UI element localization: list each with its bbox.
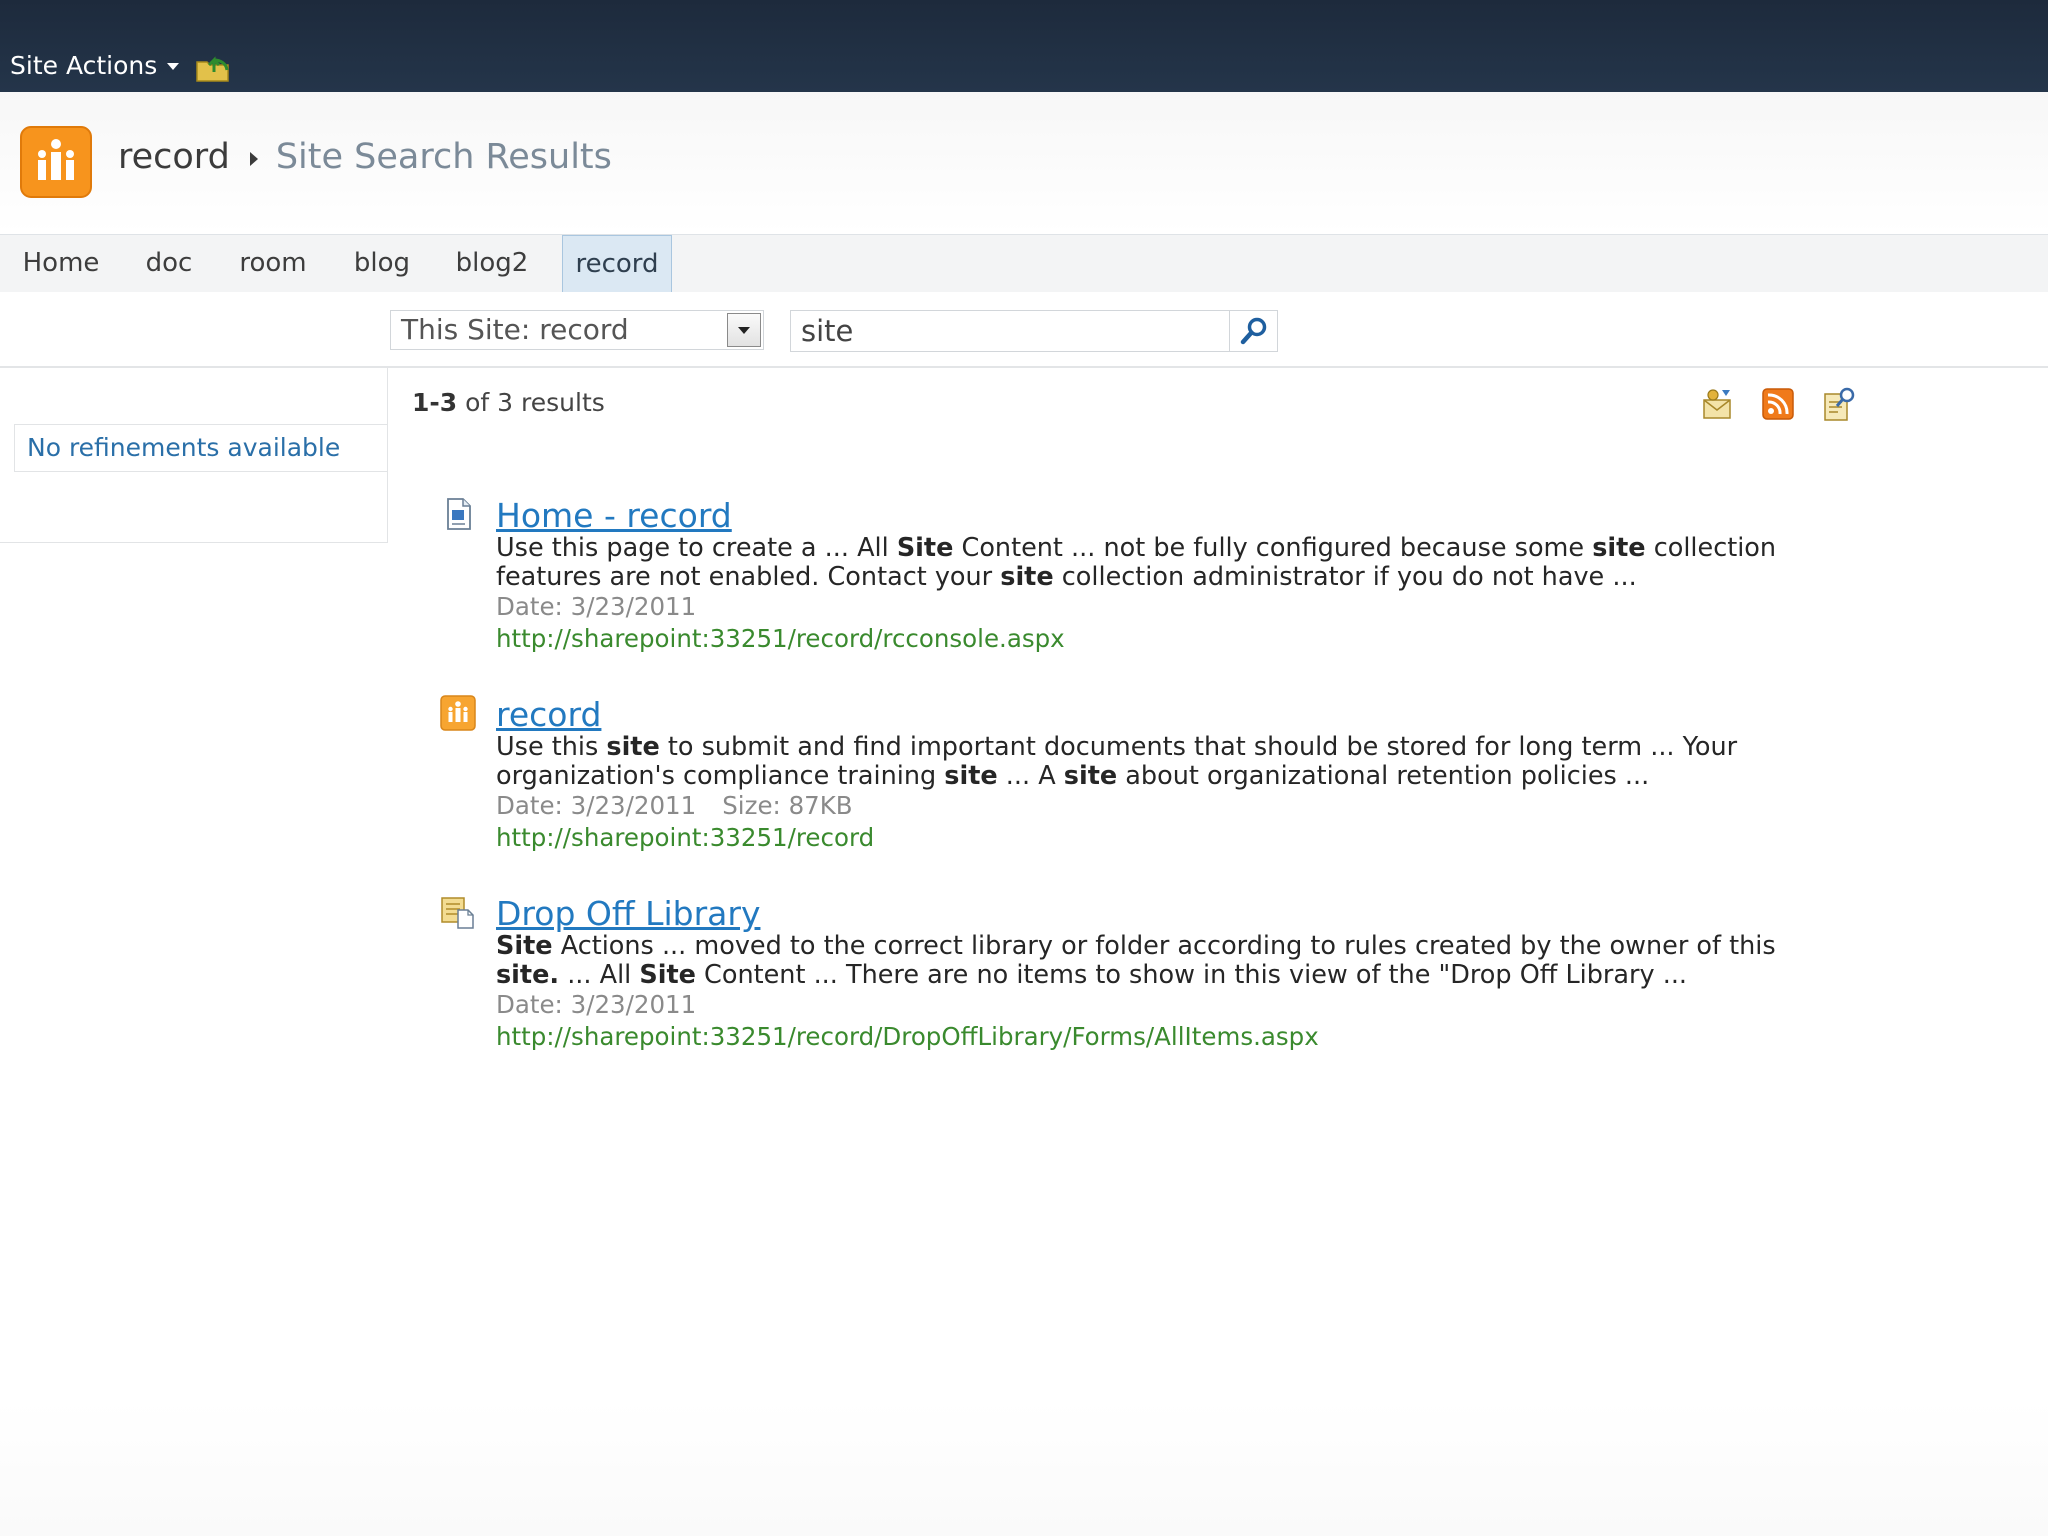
snippet-text: Content ... There are no items to show i… bbox=[695, 960, 1688, 990]
snippet-highlight: site bbox=[944, 761, 998, 791]
snippet-text: Actions ... moved to the correct library… bbox=[552, 931, 1776, 961]
result-range: 1-3 bbox=[412, 388, 458, 417]
snippet-highlight: site bbox=[1000, 562, 1054, 592]
top-navigation: Home doc room blog blog2 record bbox=[0, 234, 2048, 295]
tab-room[interactable]: room bbox=[230, 235, 316, 293]
snippet-highlight: Site bbox=[496, 931, 553, 961]
result-url-link[interactable]: http://sharepoint:33251/record/DropOffLi… bbox=[496, 1022, 1319, 1051]
result-date: Date: 3/23/2011 bbox=[496, 592, 697, 621]
result-meta: Date: 3/23/2011 bbox=[496, 990, 696, 1019]
search-scope-value: This Site: record bbox=[401, 313, 629, 346]
result-title-link[interactable]: record bbox=[496, 695, 601, 734]
tab-blog2[interactable]: blog2 bbox=[446, 235, 538, 293]
snippet-text: about organizational retention policies … bbox=[1117, 761, 1650, 791]
search-input[interactable]: site bbox=[790, 310, 1230, 352]
result-title-link[interactable]: Drop Off Library bbox=[496, 894, 760, 933]
page-title: Site Search Results bbox=[275, 137, 612, 177]
top-ribbon: Site Actions bbox=[0, 0, 2048, 92]
snippet-highlight: site bbox=[1592, 533, 1646, 563]
title-area: record Site Search Results bbox=[0, 92, 2048, 234]
result-snippet: Use this page to create a ... All Site C… bbox=[496, 534, 1796, 592]
breadcrumb-separator-icon bbox=[249, 152, 258, 166]
breadcrumb: record Site Search Results bbox=[118, 132, 612, 182]
page-footer-area bbox=[0, 1400, 2048, 1536]
search-scope-dropdown[interactable]: This Site: record bbox=[390, 310, 764, 350]
result-total-text: of 3 results bbox=[457, 388, 605, 417]
search-icon bbox=[1240, 317, 1266, 345]
result-snippet: Site Actions ... moved to the correct li… bbox=[496, 932, 1796, 990]
result-title-link[interactable]: Home - record bbox=[496, 496, 732, 535]
search-result: record Use this site to submit and find … bbox=[440, 695, 1800, 855]
library-icon bbox=[441, 897, 474, 929]
site-actions-label: Site Actions bbox=[10, 50, 158, 80]
breadcrumb-site-link[interactable]: record bbox=[118, 137, 230, 177]
result-url-link[interactable]: http://sharepoint:33251/record/rcconsole… bbox=[496, 624, 1065, 653]
tab-home[interactable]: Home bbox=[12, 235, 110, 293]
snippet-text: collection administrator if you do not h… bbox=[1053, 562, 1637, 592]
snippet-text: Use this page to create a ... All bbox=[496, 533, 897, 563]
search-alert-icon[interactable] bbox=[1700, 386, 1736, 422]
refinement-panel: No refinements available bbox=[0, 368, 388, 543]
result-size: Size: 87KB bbox=[722, 791, 853, 820]
navigate-up-icon[interactable] bbox=[194, 50, 232, 84]
chevron-down-icon bbox=[738, 326, 750, 334]
site-actions-menu[interactable]: Site Actions bbox=[10, 48, 180, 82]
result-snippet: Use this site to submit and find importa… bbox=[496, 733, 1796, 791]
snippet-highlight: site bbox=[1063, 761, 1118, 791]
snippet-highlight: Site bbox=[896, 533, 954, 563]
result-date: Date: 3/23/2011 bbox=[496, 791, 697, 820]
dropdown-arrow-button[interactable] bbox=[727, 313, 761, 347]
result-date: Date: 3/23/2011 bbox=[496, 990, 697, 1019]
result-meta: Date: 3/23/2011 bbox=[496, 592, 696, 621]
result-url-link[interactable]: http://sharepoint:33251/record bbox=[496, 823, 874, 852]
snippet-highlight: Site bbox=[639, 960, 696, 990]
page-icon bbox=[447, 498, 471, 530]
tab-blog[interactable]: blog bbox=[344, 235, 420, 293]
site-logo-icon[interactable] bbox=[20, 126, 92, 198]
result-count: 1-3 of 3 results bbox=[412, 388, 605, 417]
site-icon bbox=[440, 695, 476, 731]
chevron-down-icon bbox=[167, 63, 180, 70]
search-options-icon[interactable] bbox=[1820, 386, 1856, 422]
search-button[interactable] bbox=[1230, 310, 1278, 352]
search-result: Drop Off Library Site Actions ... moved … bbox=[440, 894, 1800, 1054]
snippet-text: Use this bbox=[496, 732, 607, 762]
snippet-text: Content ... not be fully configured beca… bbox=[953, 533, 1593, 563]
snippet-text: ... A bbox=[997, 761, 1064, 791]
search-result: Home - record Use this page to create a … bbox=[440, 496, 1800, 656]
refinement-message: No refinements available bbox=[14, 424, 388, 472]
search-row: This Site: record site bbox=[0, 292, 2048, 368]
tab-record[interactable]: record bbox=[562, 235, 672, 293]
tab-doc[interactable]: doc bbox=[134, 235, 204, 293]
rss-feed-icon[interactable] bbox=[1760, 386, 1796, 422]
snippet-highlight: site bbox=[606, 732, 660, 762]
result-meta: Date: 3/23/2011 Size: 87KB bbox=[496, 791, 853, 820]
snippet-highlight: site. bbox=[496, 960, 560, 990]
snippet-text: ... All bbox=[559, 960, 640, 990]
